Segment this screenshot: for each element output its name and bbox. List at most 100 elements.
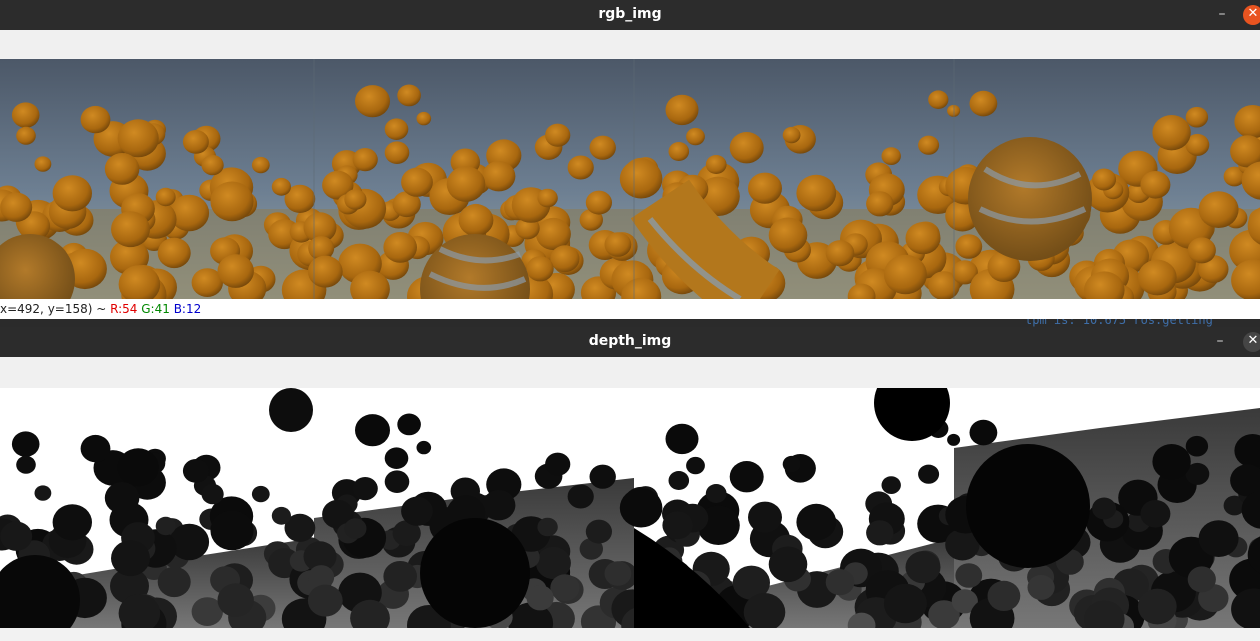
sphere [665, 94, 699, 126]
depth-sphere [825, 569, 855, 596]
depth-sphere [52, 504, 92, 541]
sphere [352, 148, 378, 172]
depth-sphere [585, 519, 613, 544]
sphere [969, 90, 998, 117]
depth-sphere [1185, 435, 1209, 457]
sphere [1140, 171, 1171, 199]
depth-sphere [604, 561, 632, 586]
sphere [482, 161, 516, 192]
sphere [686, 127, 705, 146]
rgb-titlebar[interactable]: rgb_img – ✕ [0, 0, 1260, 30]
depth-sphere [550, 574, 580, 602]
depth-sphere [251, 485, 270, 503]
depth-sphere [384, 470, 410, 493]
sphere [1185, 106, 1209, 128]
pixel-r-value: R:54 [110, 302, 138, 316]
sphere [928, 90, 949, 109]
depth-sphere [866, 520, 894, 546]
sphere [604, 232, 632, 257]
sphere [52, 175, 92, 212]
depth-sphere [537, 517, 558, 537]
sphere [535, 217, 571, 251]
depth-sphere [16, 455, 36, 474]
sphere [955, 234, 983, 259]
rgb-image[interactable] [0, 59, 1260, 299]
depth-sphere [545, 452, 571, 476]
depth-sphere [0, 521, 33, 551]
sphere [881, 147, 901, 165]
sphere [1187, 237, 1216, 264]
depth-sphere [355, 414, 390, 447]
sphere [585, 190, 613, 215]
rgb-window-title: rgb_img [598, 6, 662, 22]
sphere [537, 188, 558, 208]
depth-sphere [384, 447, 409, 469]
depth-image[interactable] [0, 388, 1260, 628]
depth-sphere [111, 540, 150, 577]
sphere [117, 119, 159, 158]
depth-sphere [80, 434, 111, 463]
sphere [545, 123, 571, 147]
depth-sphere [883, 583, 927, 624]
depth-sphere [1198, 520, 1239, 557]
depth-sphere [352, 477, 378, 501]
sphere [567, 155, 594, 180]
depth-sphere [1140, 500, 1171, 528]
depth-sphere [217, 583, 254, 617]
pixel-b-value: B:12 [173, 302, 202, 316]
sphere [111, 211, 150, 248]
depth-toolbar [0, 360, 1260, 388]
depth-titlebar[interactable]: depth_img – ✕ [0, 327, 1260, 357]
depth-sphere [796, 503, 837, 541]
minimize-button[interactable]: – [1210, 332, 1230, 352]
depth-sphere [182, 459, 209, 483]
sphere [796, 174, 837, 212]
depth-sphere [210, 510, 254, 551]
sphere [344, 189, 367, 210]
sphere [446, 166, 486, 202]
depth-sphere [969, 419, 998, 446]
terminal-text: tpm is: 10.675 ros.getting [1025, 319, 1213, 327]
sphere [866, 191, 894, 217]
depth-sphere [11, 431, 40, 457]
depth-sphere [987, 580, 1021, 611]
depth-sphere [705, 484, 727, 503]
sphere [589, 135, 616, 160]
rgb-window: rgb_img – ✕ x=492, y=158) ~ R:54 G:41 B:… [0, 0, 1260, 319]
sphere [0, 192, 33, 222]
close-button[interactable]: ✕ [1243, 332, 1260, 352]
depth-sphere [1152, 444, 1191, 480]
sphere [355, 85, 390, 118]
sphere [883, 254, 927, 295]
minimize-button[interactable]: – [1212, 5, 1232, 25]
cursor-coordinates: x=492, y=158) ~ [0, 302, 111, 316]
sphere [384, 118, 409, 140]
depth-sphere [155, 516, 176, 536]
depth-sphere [662, 511, 693, 540]
sphere [104, 153, 140, 185]
depth-window-title: depth_img [588, 333, 672, 349]
depth-sphere [729, 461, 764, 493]
depth-sphere [782, 455, 801, 473]
depth-sphere [748, 501, 782, 533]
depth-sphere [1027, 574, 1055, 600]
sphere [155, 187, 176, 207]
rgb-toolbar [0, 30, 1260, 58]
sphere [384, 141, 410, 164]
sphere [825, 240, 855, 267]
rgb-status-bar: x=492, y=158) ~ R:54 G:41 B:12 [0, 299, 1260, 319]
sphere [768, 217, 808, 254]
close-button[interactable]: ✕ [1243, 5, 1260, 25]
depth-sphere [567, 484, 594, 509]
sphere [307, 255, 343, 288]
sphere [526, 256, 554, 282]
sphere [80, 105, 111, 134]
depth-sphere [947, 433, 961, 446]
pixel-g-value: G:41 [141, 302, 170, 316]
depth-sphere [619, 488, 663, 528]
depth-sphere [1092, 497, 1117, 520]
sphere [271, 177, 291, 196]
depth-sphere [526, 585, 554, 611]
depth-sphere [344, 518, 367, 539]
sphere [157, 237, 191, 269]
